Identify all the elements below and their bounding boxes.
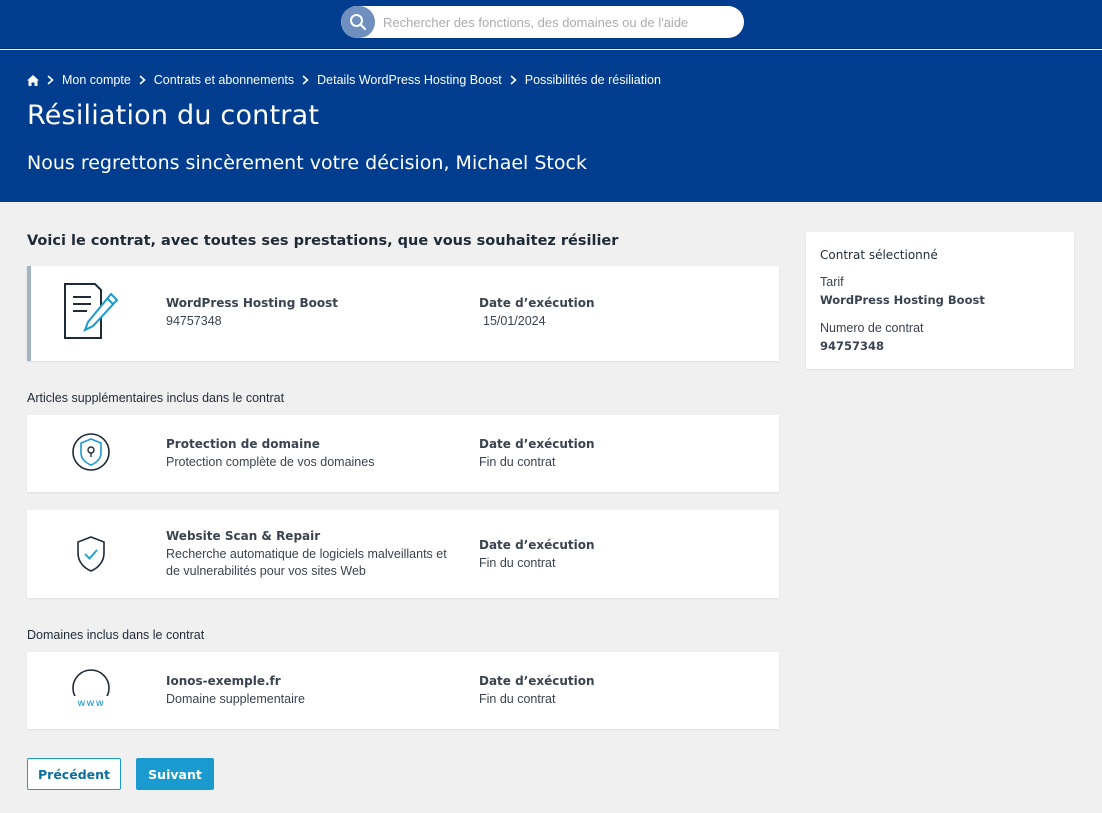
contract-name: WordPress Hosting Boost [166,296,338,310]
sidebar-title: Contrat sélectionné [820,248,938,262]
section-heading: Voici le contrat, avec toutes ses presta… [27,233,619,249]
svg-text:www: www [77,698,105,709]
tarif-label: Tarif [820,275,844,289]
breadcrumb-item-details[interactable]: Details WordPress Hosting Boost [317,73,502,87]
chevron-right-icon [510,75,517,85]
breadcrumb-item-mon-compte[interactable]: Mon compte [62,73,131,87]
chevron-right-icon [47,75,54,85]
date-value: Fin du contrat [479,556,556,570]
search-button[interactable] [341,6,375,38]
top-bar [0,0,1102,49]
selected-contract-panel: Contrat sélectionné Tarif WordPress Host… [806,232,1074,369]
date-value: 15/01/2024 [483,314,546,328]
breadcrumb-item-resiliation[interactable]: Possibilités de résiliation [525,73,661,87]
date-value: Fin du contrat [479,455,556,469]
contract-document-icon [61,282,119,340]
page-subtitle: Nous regrettons sincèrement votre décisi… [27,152,587,174]
home-icon[interactable] [27,74,39,86]
chevron-right-icon [302,75,309,85]
next-button[interactable]: Suivant [136,758,214,790]
lock-shield-icon [71,432,111,472]
chevron-right-icon [139,75,146,85]
search-icon [350,14,367,31]
extra-description-line: Recherche automatique de logiciels malve… [166,547,447,561]
page-header: Mon compte Contrats et abonnements Detai… [0,50,1102,202]
shield-check-icon [73,534,109,574]
extras-section-label: Articles supplémentaires inclus dans le … [27,391,285,405]
page-title: Résiliation du contrat [27,100,320,131]
extra-name: Website Scan & Repair [166,529,321,543]
extra-description: Protection complète de vos domaines [166,455,375,469]
extra-description: Recherche automatique de logiciels malve… [166,546,447,580]
date-label: Date d’exécution [479,538,595,552]
date-label: Date d’exécution [479,674,595,688]
date-label: Date d’exécution [479,437,595,451]
domains-section-label: Domaines inclus dans le contrat [27,628,205,642]
extra-description-line: de vulnerabilités pour vos sites Web [166,564,366,578]
domain-name: Ionos-exemple.fr [166,674,281,688]
previous-button[interactable]: Précédent [27,758,121,790]
contract-number-value: 94757348 [820,339,885,353]
extra-name: Protection de domaine [166,437,320,451]
contract-card: WordPress Hosting Boost 94757348 Date d’… [27,266,779,361]
domain-description: Domaine supplementaire [166,692,305,706]
contract-number-label: Numero de contrat [820,321,924,335]
extra-item-card: Protection de domaine Protection complèt… [27,415,779,492]
contract-number: 94757348 [166,314,222,328]
search-input[interactable] [383,14,723,30]
www-globe-icon: www [69,668,113,712]
extra-item-card: Website Scan & Repair Recherche automati… [27,510,779,598]
date-label: Date d’exécution [479,296,595,310]
breadcrumb-item-contrats[interactable]: Contrats et abonnements [154,73,294,87]
breadcrumb: Mon compte Contrats et abonnements Detai… [27,73,661,87]
domain-item-card: www Ionos-exemple.fr Domaine supplementa… [27,652,779,729]
date-value: Fin du contrat [479,692,556,706]
tarif-value: WordPress Hosting Boost [820,293,985,307]
search-bar [341,6,744,38]
